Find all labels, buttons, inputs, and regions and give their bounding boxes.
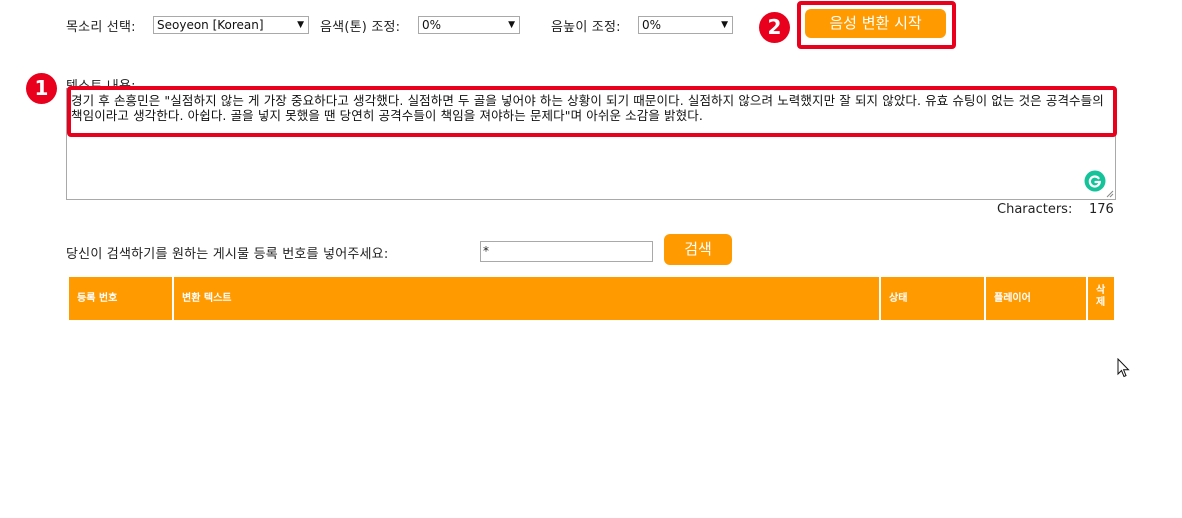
table-header-status: 상태 (881, 277, 984, 320)
text-highlight (67, 86, 1117, 137)
voice-select-value: Seoyeon [Korean] (157, 18, 264, 32)
chevron-down-icon: ▼ (721, 20, 728, 30)
pitch-select-value: 0% (642, 18, 662, 32)
tone-select-value: 0% (422, 18, 442, 32)
chevron-down-icon: ▼ (297, 20, 304, 30)
tone-label: 음색(톤) 조정: (320, 20, 401, 35)
search-label: 당신이 검색하기를 원하는 게시물 등록 번호를 넣어주세요: (66, 247, 389, 262)
character-count-value: 176 (1089, 202, 1114, 217)
table-header-text: 변환 텍스트 (174, 277, 879, 320)
start-conversion-button[interactable]: 음성 변환 시작 (805, 9, 946, 38)
annotation-badge-2: 2 (759, 12, 790, 43)
pitch-select[interactable]: 0% ▼ (638, 16, 733, 34)
table-header-delete: 삭제 (1088, 277, 1114, 320)
chevron-down-icon: ▼ (508, 20, 515, 30)
mouse-cursor-icon (1117, 358, 1130, 378)
table-header-id: 등록 번호 (69, 277, 172, 320)
search-input[interactable]: * (480, 241, 653, 262)
annotation-badge-1: 1 (26, 73, 57, 104)
pitch-label: 음높이 조정: (551, 20, 621, 35)
tone-select[interactable]: 0% ▼ (418, 16, 520, 34)
character-count-label: Characters: (997, 202, 1073, 217)
voice-select[interactable]: Seoyeon [Korean] ▼ (153, 16, 309, 34)
voice-label: 목소리 선택: (66, 20, 136, 35)
resize-handle-icon[interactable] (1106, 190, 1114, 198)
table-header-player: 플레이어 (986, 277, 1086, 320)
search-button[interactable]: 검색 (664, 234, 732, 265)
grammarly-icon[interactable] (1084, 170, 1106, 192)
